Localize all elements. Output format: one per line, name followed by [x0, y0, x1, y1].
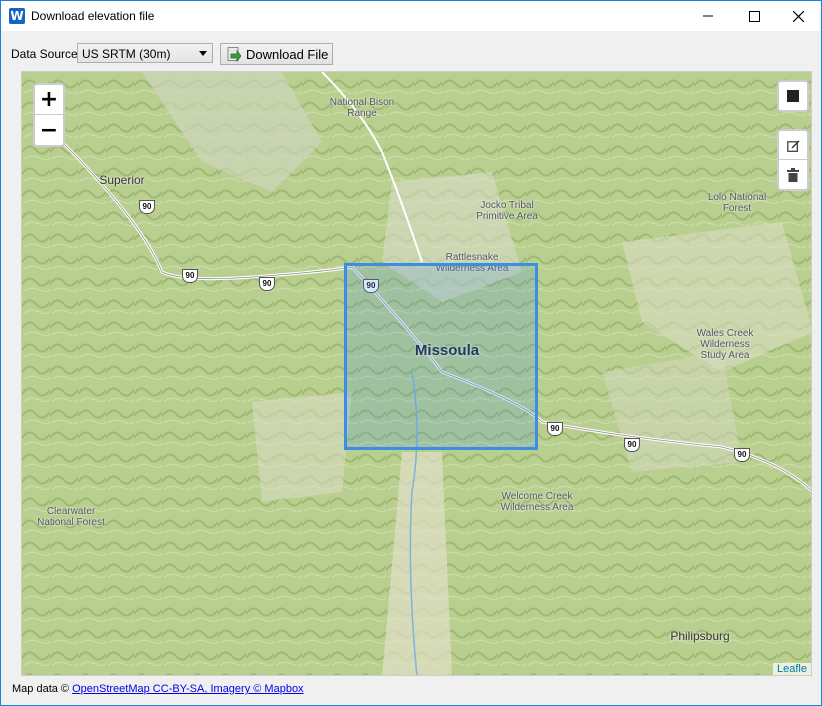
- map-label-welcome-creek: Welcome Creek Wilderness Area: [500, 491, 574, 513]
- highway-shield: 90: [139, 200, 155, 214]
- maximize-icon: [748, 10, 760, 22]
- minimize-button[interactable]: [685, 1, 731, 31]
- data-source-label: Data Source: [11, 47, 78, 61]
- minimize-icon: [703, 15, 713, 17]
- map-label-wales-creek: Wales Creek Wilderness Study Area: [696, 328, 754, 361]
- trash-icon: [787, 167, 799, 182]
- download-file-label: Download File: [246, 46, 329, 62]
- highway-shield: 90: [182, 269, 198, 283]
- leaflet-attribution-link[interactable]: Leafle: [773, 663, 811, 675]
- dropdown-arrow-icon: [199, 51, 207, 56]
- toolbar: Data Source US SRTM (30m) Download File: [1, 39, 821, 67]
- app-logo-icon: W: [9, 8, 25, 24]
- map-label-jocko: Jocko Tribal Primitive Area: [476, 200, 538, 222]
- close-button[interactable]: [775, 1, 821, 31]
- download-file-icon: [227, 46, 241, 62]
- data-source-value: US SRTM (30m): [82, 47, 171, 61]
- download-file-button[interactable]: Download File: [220, 43, 333, 65]
- app-window: W Download elevation file Data Source US…: [0, 0, 822, 706]
- square-draw-icon: [787, 90, 799, 102]
- delete-layers-button[interactable]: [779, 160, 807, 189]
- zoom-in-button[interactable]: +: [35, 85, 63, 115]
- selection-rectangle[interactable]: [344, 263, 538, 450]
- highway-shield: 90: [734, 448, 750, 462]
- maximize-button[interactable]: [731, 1, 777, 31]
- map-label-lolo: Lolo National Forest: [707, 192, 767, 214]
- edit-icon: [786, 140, 799, 152]
- data-source-select[interactable]: US SRTM (30m): [77, 43, 213, 63]
- draw-rectangle-button[interactable]: [777, 80, 809, 112]
- highway-shield: 90: [547, 422, 563, 436]
- map-label-national-bison: National Bison Range: [329, 97, 395, 119]
- map-attribution: Map data © OpenStreetMap CC-BY-SA, Image…: [12, 683, 304, 695]
- window-title: Download elevation file: [31, 9, 155, 23]
- map-label-superior: Superior: [99, 173, 145, 187]
- map-label-philipsburg: Philipsburg: [670, 629, 730, 643]
- map-label-clearwater: Clearwater National Forest: [37, 506, 105, 528]
- highway-shield: 90: [259, 277, 275, 291]
- map-view[interactable]: + − National Bison Range Superior Jocko …: [21, 71, 812, 676]
- highway-shield: 90: [624, 438, 640, 452]
- zoom-out-button[interactable]: −: [35, 115, 63, 145]
- edit-layers-button[interactable]: [779, 131, 807, 160]
- zoom-control: + −: [33, 83, 65, 147]
- close-icon: [792, 10, 804, 22]
- attribution-link[interactable]: OpenStreetMap CC-BY-SA, Imagery © Mapbox: [72, 683, 303, 695]
- attribution-prefix: Map data ©: [12, 683, 70, 695]
- edit-control: [777, 129, 809, 191]
- title-bar: W Download elevation file: [1, 1, 821, 31]
